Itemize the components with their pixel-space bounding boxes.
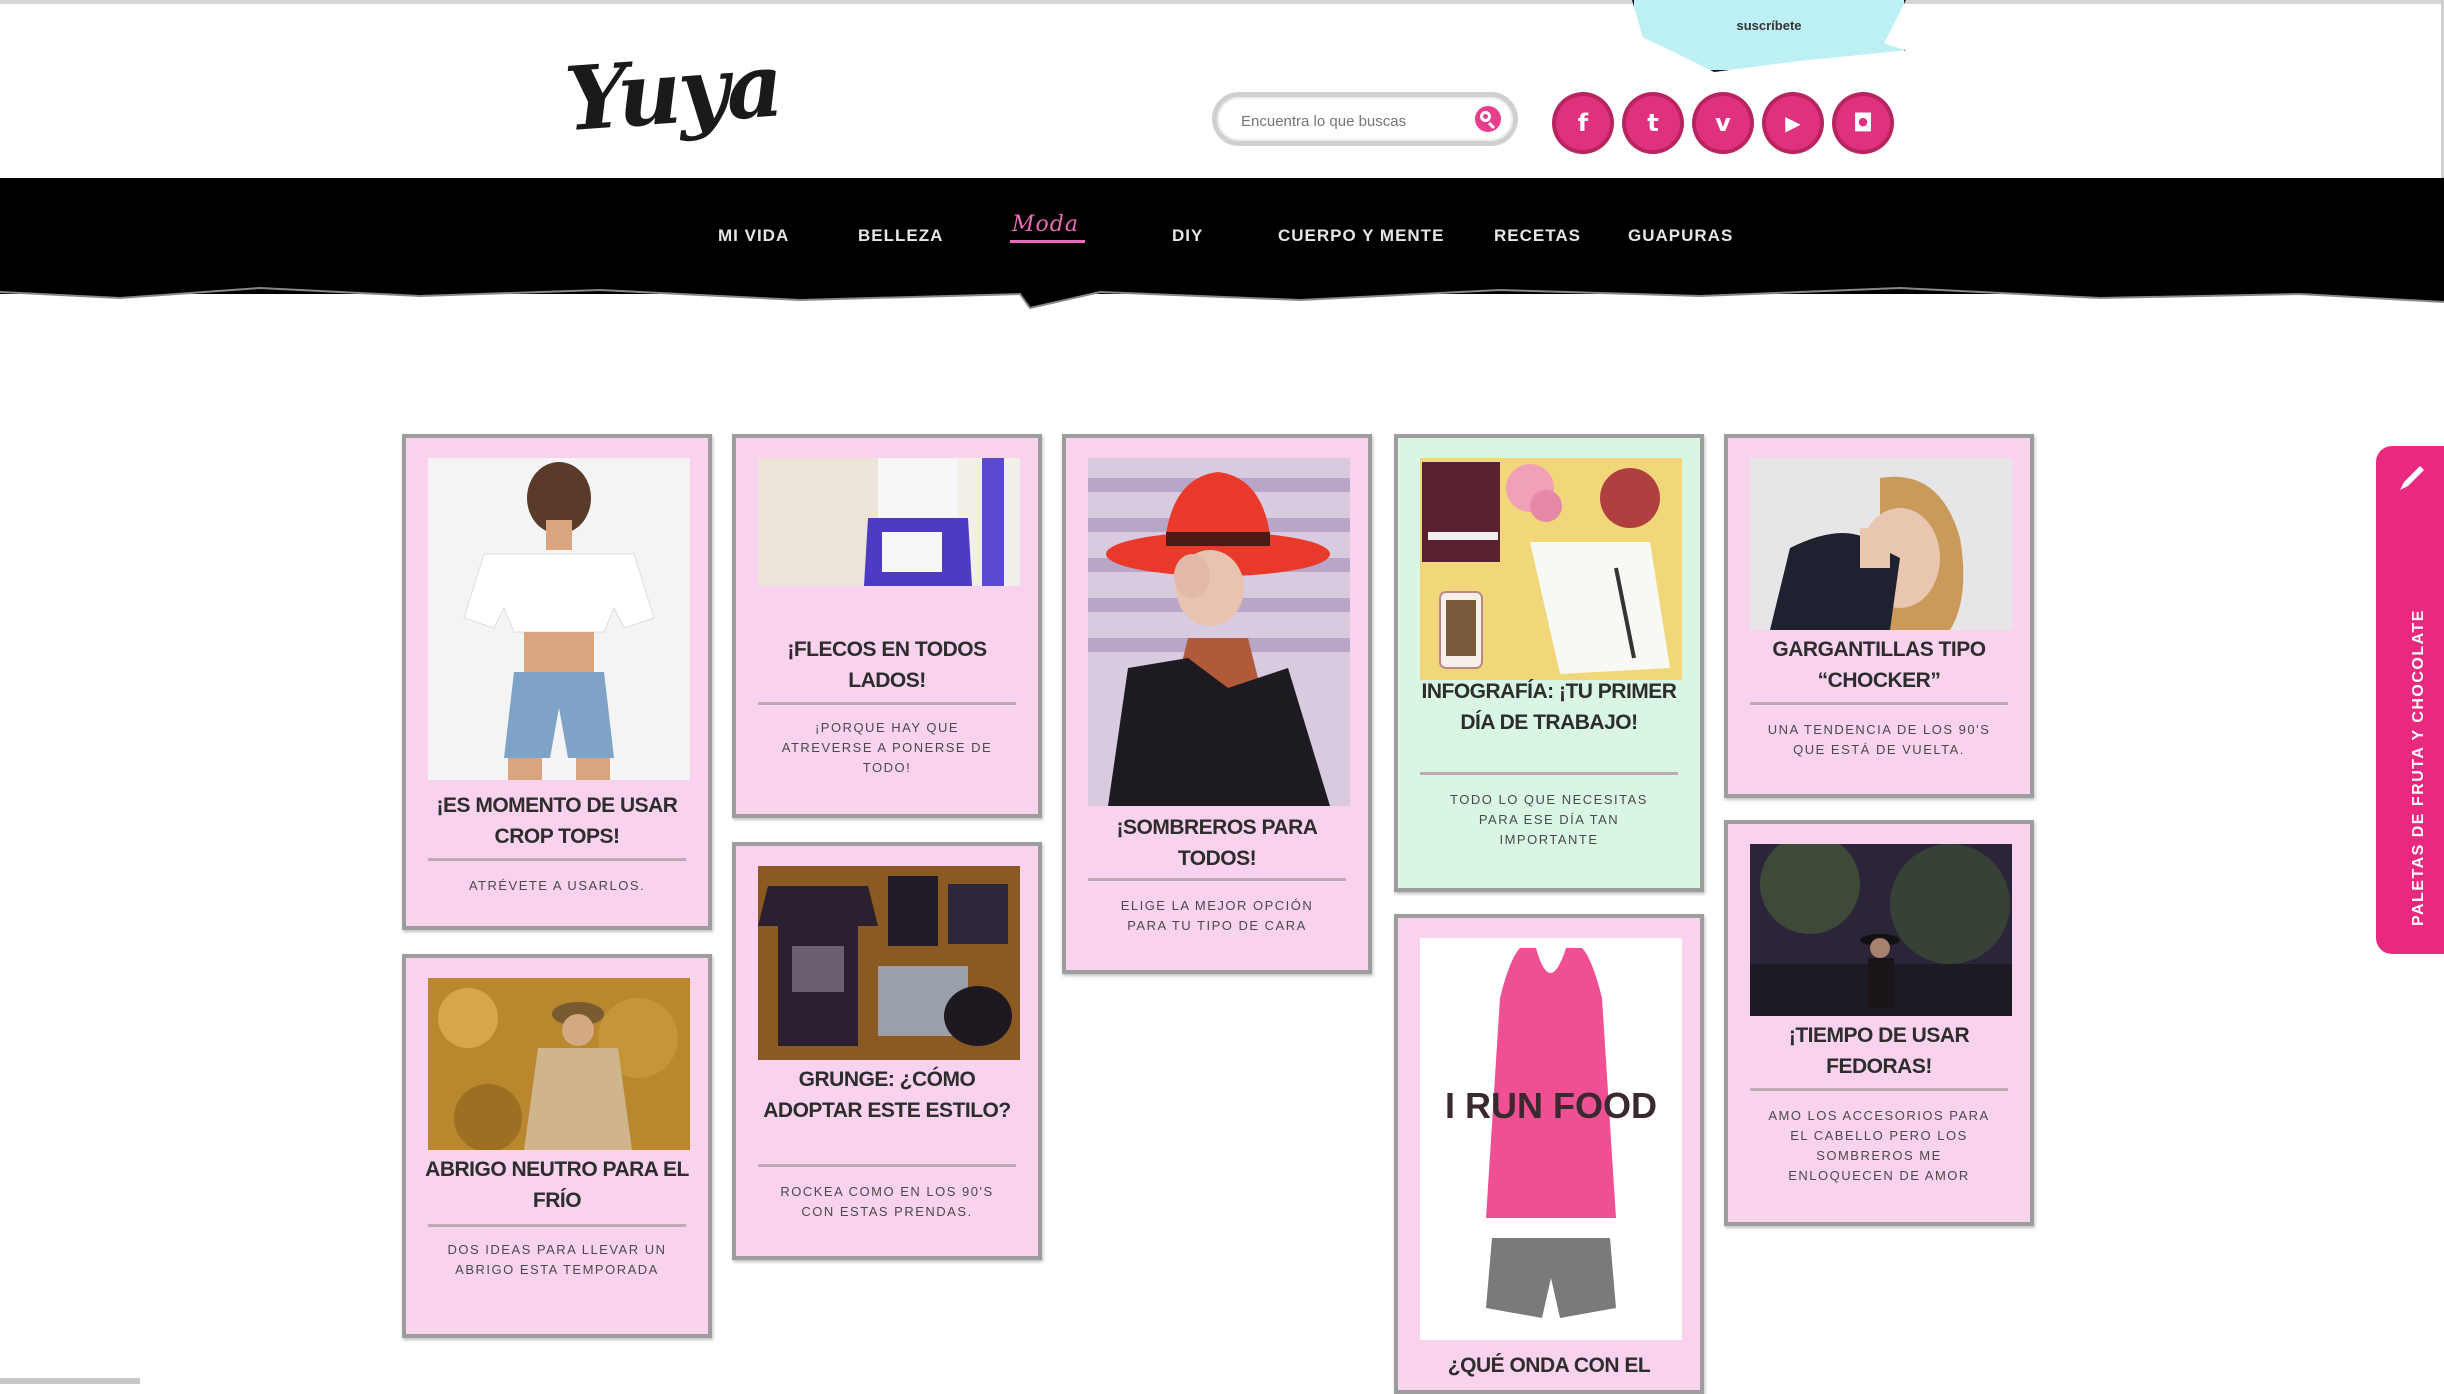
facebook-icon[interactable]: f xyxy=(1556,96,1610,150)
article-card[interactable]: ABRIGO NEUTRO PARA EL FRÍO DOS IDEAS PAR… xyxy=(402,954,712,1338)
search-icon[interactable] xyxy=(1475,106,1501,132)
card-subtitle: ATRÉVETE A USARLOS. xyxy=(468,878,646,893)
article-card[interactable]: ¡SOMBREROS PARA TODOS! ELIGE LA MEJOR OP… xyxy=(1062,434,1372,974)
nav-torn-edge xyxy=(0,282,2444,310)
status-bar xyxy=(0,1378,140,1384)
card-subtitle: ELIGE LA MEJOR OPCIÓN PARA TU TIPO DE CA… xyxy=(1120,898,1314,933)
card-subtitle: TODO LO QUE NECESITAS PARA ESE DÍA TAN I… xyxy=(1450,792,1648,847)
grunge-photo xyxy=(758,866,1020,1060)
article-card[interactable]: ¡TIEMPO DE USAR FEDORAS! AMO LOS ACCESOR… xyxy=(1724,820,2034,1226)
card-subtitle: ¡PORQUE HAY QUE ATREVERSE A PONERSE DE T… xyxy=(781,720,993,775)
fedora-photo xyxy=(1750,844,2012,1016)
search-input[interactable] xyxy=(1239,105,1473,137)
article-card[interactable]: ¡FLECOS EN TODOS LADOS! ¡PORQUE HAY QUE … xyxy=(732,434,1042,818)
coat-photo xyxy=(428,978,690,1150)
nav-mi-vida[interactable]: MI VIDA xyxy=(718,226,789,246)
main-nav xyxy=(0,178,2444,294)
side-tab-label: PALETAS DE FRUTA Y CHOCOLATE xyxy=(2410,609,2427,926)
tank-print-text: I RUN FOOD xyxy=(1445,1085,1657,1126)
card-divider xyxy=(758,702,1016,705)
card-title[interactable]: INFOGRAFÍA: ¡TU PRIMER DÍA DE TRABAJO! xyxy=(1412,676,1686,738)
card-divider xyxy=(1750,1088,2008,1091)
card-divider xyxy=(428,1224,686,1227)
card-title[interactable]: ¿QUÉ ONDA CON EL xyxy=(1412,1350,1686,1381)
nav-moda[interactable]: Moda xyxy=(1012,212,1079,237)
nav-active-underline xyxy=(1010,240,1085,243)
subscribe-ribbon[interactable]: suscríbete xyxy=(1632,0,1906,72)
card-title[interactable]: GRUNGE: ¿CÓMO ADOPTAR ESTE ESTILO? xyxy=(750,1064,1024,1126)
twitter-icon[interactable]: t xyxy=(1626,96,1680,150)
card-title[interactable]: ¡TIEMPO DE USAR FEDORAS! xyxy=(1742,1020,2016,1082)
card-title[interactable]: GARGANTILLAS TIPO “CHOCKER” xyxy=(1742,634,2016,696)
card-title[interactable]: ¡ES MOMENTO DE USAR CROP TOPS! xyxy=(420,790,694,852)
instagram-icon[interactable]: ◘ xyxy=(1836,96,1890,150)
recipe-side-tab[interactable]: PALETAS DE FRUTA Y CHOCOLATE xyxy=(2376,446,2444,954)
youtube-icon[interactable]: ▶ xyxy=(1766,96,1820,150)
card-divider xyxy=(428,858,686,861)
subscribe-label: suscríbete xyxy=(1736,18,1802,33)
desk-photo xyxy=(1420,458,1682,680)
nav-diy[interactable]: DIY xyxy=(1172,226,1203,246)
card-subtitle: UNA TENDENCIA DE LOS 90'S QUE ESTÁ DE VU… xyxy=(1767,722,1991,757)
choker-photo xyxy=(1750,458,2012,630)
article-card[interactable]: I RUN FOOD ¿QUÉ ONDA CON EL xyxy=(1394,914,1704,1394)
article-card[interactable]: GARGANTILLAS TIPO “CHOCKER” UNA TENDENCI… xyxy=(1724,434,2034,798)
card-divider xyxy=(1750,702,2008,705)
top-border xyxy=(0,0,2444,4)
nav-belleza[interactable]: BELLEZA xyxy=(858,226,943,246)
card-subtitle: ROCKEA COMO EN LOS 90'S CON ESTAS PRENDA… xyxy=(780,1184,994,1219)
article-card[interactable]: ¡ES MOMENTO DE USAR CROP TOPS! ATRÉVETE … xyxy=(402,434,712,930)
search-field[interactable] xyxy=(1212,92,1518,146)
card-divider xyxy=(1420,772,1678,775)
card-title[interactable]: ABRIGO NEUTRO PARA EL FRÍO xyxy=(420,1154,694,1216)
pencil-icon xyxy=(2400,466,2424,490)
crop-top-photo xyxy=(428,458,690,780)
nav-recetas[interactable]: RECETAS xyxy=(1494,226,1581,246)
card-divider xyxy=(1088,878,1346,881)
card-title[interactable]: ¡FLECOS EN TODOS LADOS! xyxy=(750,634,1024,696)
tank-top-photo: I RUN FOOD xyxy=(1420,938,1682,1340)
nav-cuerpo-y-mente[interactable]: CUERPO Y MENTE xyxy=(1278,226,1444,246)
article-card[interactable]: INFOGRAFÍA: ¡TU PRIMER DÍA DE TRABAJO! T… xyxy=(1394,434,1704,892)
card-subtitle: DOS IDEAS PARA LLEVAR UN ABRIGO ESTA TEM… xyxy=(447,1242,667,1277)
card-title[interactable]: ¡SOMBREROS PARA TODOS! xyxy=(1080,812,1354,874)
card-subtitle: AMO LOS ACCESORIOS PARA EL CABELLO PERO … xyxy=(1768,1108,1990,1183)
fringe-photo xyxy=(758,458,1020,586)
nav-guapuras[interactable]: GUAPURAS xyxy=(1628,226,1733,246)
card-divider xyxy=(758,1164,1016,1167)
article-card[interactable]: GRUNGE: ¿CÓMO ADOPTAR ESTE ESTILO? ROCKE… xyxy=(732,842,1042,1260)
site-logo[interactable]: Yuya xyxy=(561,32,784,154)
hat-photo xyxy=(1088,458,1350,806)
vine-icon[interactable]: v xyxy=(1696,96,1750,150)
